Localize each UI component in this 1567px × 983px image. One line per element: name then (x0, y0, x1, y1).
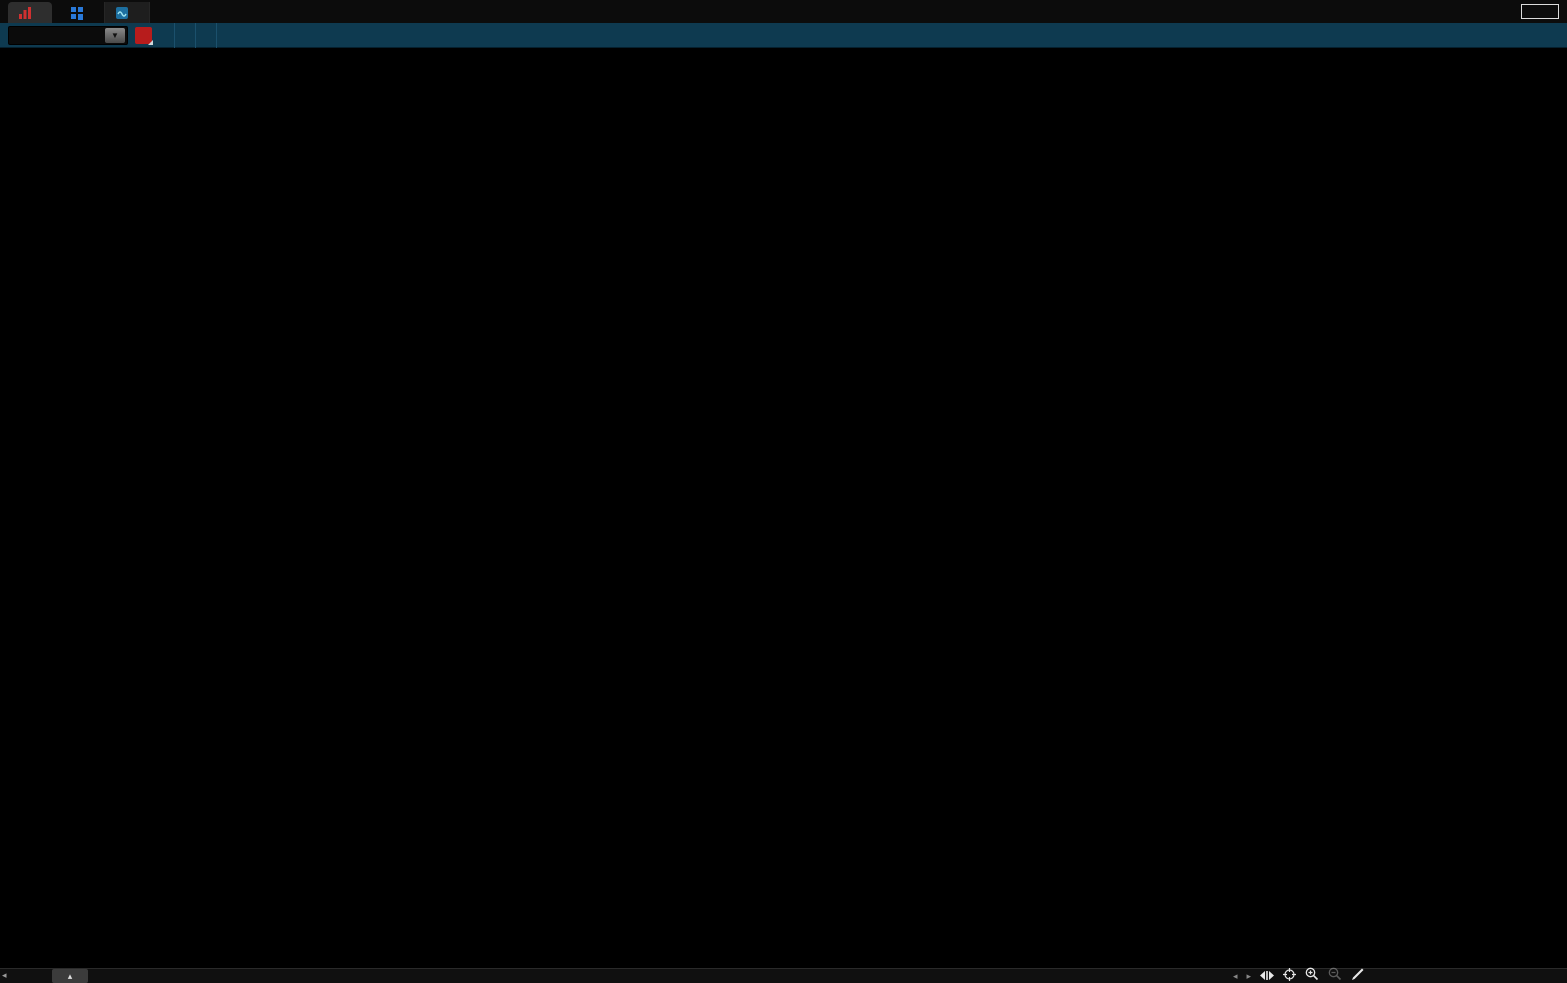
tab-bar (0, 0, 1567, 23)
chart-nav-icons: ◂ ▸ (1233, 969, 1365, 983)
pencil-icon[interactable] (1351, 968, 1365, 983)
scroll-left-icon[interactable]: ◂ (2, 970, 7, 981)
scrollbar-handle[interactable]: ▴ (52, 969, 88, 983)
symbol-toolbar: ▼ (0, 23, 1567, 48)
symbol-dropdown-button[interactable]: ▼ (105, 28, 125, 43)
symbol-input[interactable]: ▼ (8, 26, 128, 45)
tab-product-depth[interactable] (105, 2, 150, 23)
tos-charts-window: ▼ ◂ ▴ ◂ ▸ (0, 0, 1567, 983)
divider (216, 23, 217, 48)
bar-chart-icon (18, 6, 32, 20)
alert-badge[interactable] (135, 27, 152, 44)
page-right-icon[interactable]: ▸ (1246, 971, 1251, 982)
depth-icon (115, 6, 129, 20)
page-left-icon[interactable]: ◂ (1233, 971, 1238, 982)
auto-scroll-icon[interactable] (1260, 968, 1274, 983)
chart-area[interactable] (0, 48, 1567, 968)
zoom-out-icon[interactable] (1328, 967, 1342, 983)
tab-charts[interactable] (8, 2, 52, 23)
window-restore-button[interactable] (1521, 4, 1559, 19)
divider (195, 23, 196, 48)
zoom-in-icon[interactable] (1305, 967, 1319, 983)
grid-icon (70, 6, 84, 20)
crosshair-tool-icon[interactable] (1283, 968, 1296, 983)
tab-flexible-grid[interactable] (60, 2, 105, 23)
bottom-bar: ◂ ▴ ◂ ▸ (0, 968, 1567, 983)
divider (174, 23, 175, 48)
